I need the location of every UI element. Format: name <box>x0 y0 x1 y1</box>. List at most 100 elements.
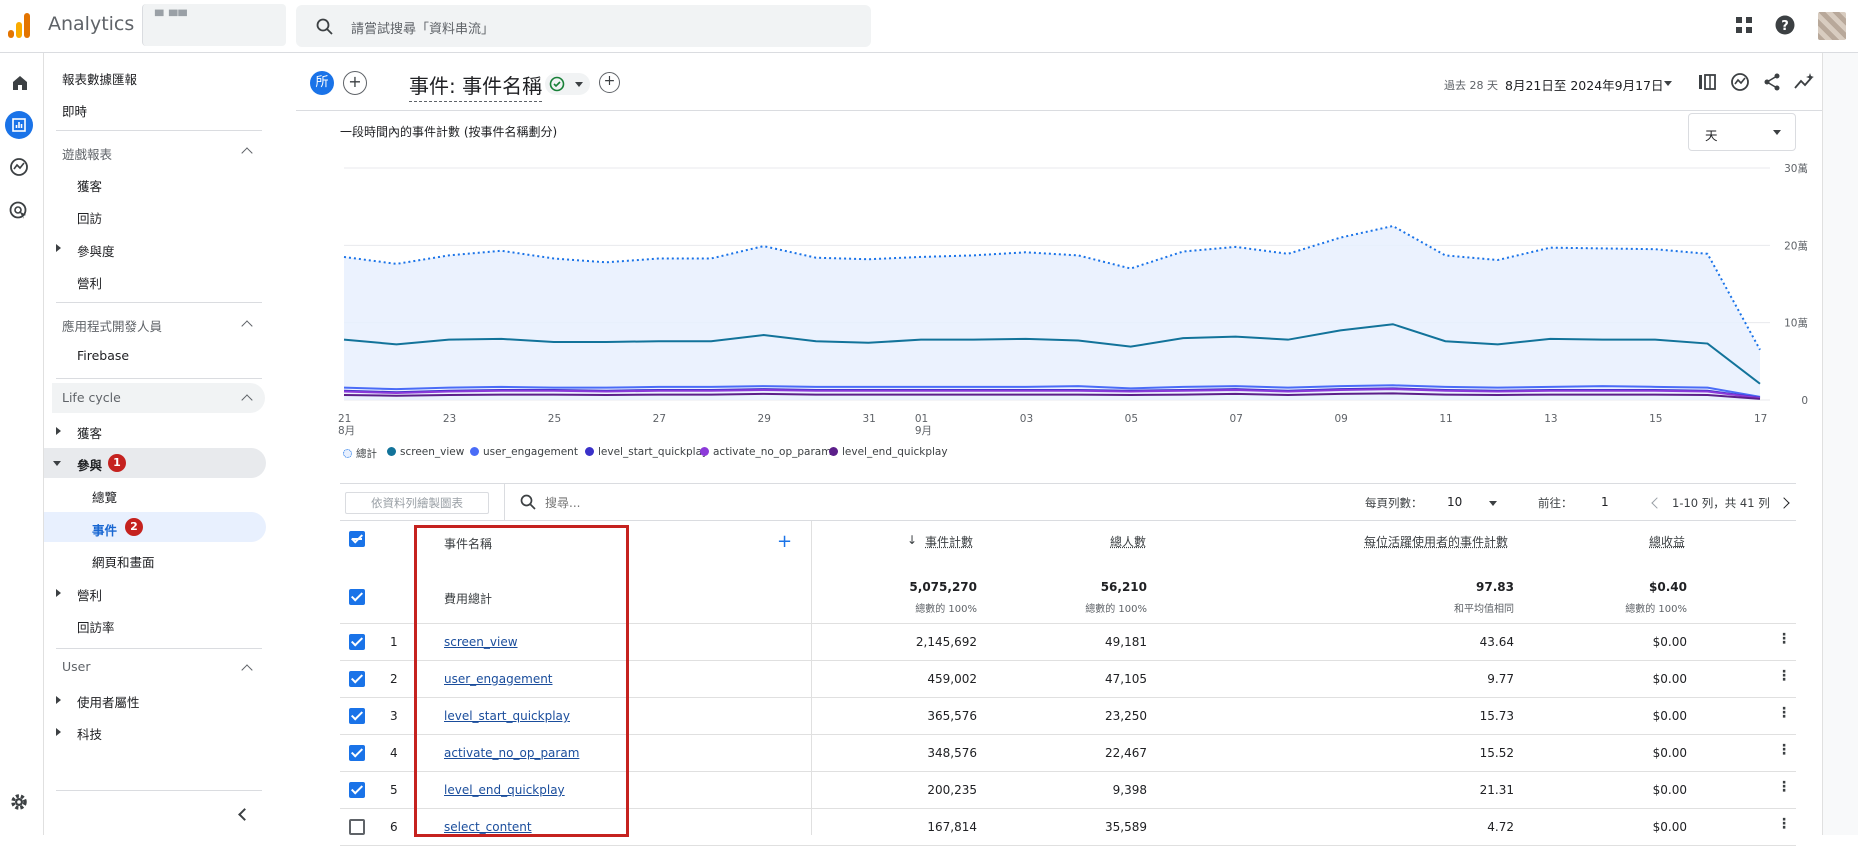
report-status-button[interactable] <box>545 73 590 95</box>
nav-reports-snapshot[interactable]: 報表數據匯報 <box>62 69 137 88</box>
explore-icon[interactable] <box>9 157 29 177</box>
date-range[interactable]: 8月21日至 2024年9月17日 <box>1505 75 1664 94</box>
legend-item-screen-view[interactable]: screen_view <box>387 446 464 458</box>
row-more-icon[interactable]: ⋮ <box>1777 742 1791 758</box>
row-total-users: 35,589 <box>1105 820 1147 834</box>
report-title[interactable]: 事件: 事件名稱 <box>409 70 542 102</box>
rows-per-page-value[interactable]: 10 <box>1447 495 1462 509</box>
nav-item-engagement[interactable]: 參與度 <box>77 241 115 260</box>
row-more-icon[interactable]: ⋮ <box>1777 668 1791 684</box>
nav-item-user-attributes[interactable]: 使用者屬性 <box>77 692 140 711</box>
search-bar[interactable]: 請嘗試搜尋「資料串流」 <box>296 5 871 47</box>
granularity-select[interactable]: 天 <box>1688 113 1796 151</box>
nav-section-game-reports[interactable]: 遊戲報表 <box>62 144 112 163</box>
total-event-count-pct: 總數的 100% <box>915 600 977 615</box>
legend-item-user-engagement[interactable]: user_engagement <box>470 446 578 458</box>
row-checkbox[interactable] <box>349 819 365 835</box>
nav-item-overview[interactable]: 總覽 <box>92 487 117 506</box>
add-comparison-button[interactable]: + <box>343 71 367 95</box>
legend-dot <box>387 447 396 456</box>
legend-item-activate-no-op-param[interactable]: activate_no_op_param <box>700 446 831 458</box>
row-checkbox[interactable] <box>349 634 365 650</box>
legend-item-level-start-quickplay[interactable]: level_start_quickplay <box>585 446 708 458</box>
plot-rows-button[interactable]: 依資料列繪製圖表 <box>345 492 489 514</box>
expand-arrow-icon[interactable] <box>56 728 61 736</box>
home-icon[interactable] <box>10 73 30 93</box>
legend-item-level-end-quickplay[interactable]: level_end_quickplay <box>829 446 948 458</box>
nav-realtime[interactable]: 即時 <box>62 101 87 120</box>
nav-section-user[interactable]: User <box>62 659 91 674</box>
row-event-count: 365,576 <box>927 709 977 723</box>
row-checkbox[interactable] <box>349 708 365 724</box>
audience-chip[interactable]: 所 <box>310 71 334 95</box>
expand-arrow-icon[interactable] <box>56 589 61 597</box>
y-tick-label: 10萬 <box>1784 317 1808 330</box>
expand-arrow-icon[interactable] <box>56 244 61 252</box>
insights-icon[interactable] <box>1730 72 1750 92</box>
nav-item-lc-acquisition[interactable]: 獲客 <box>77 423 102 442</box>
row-more-icon[interactable]: ⋮ <box>1777 705 1791 721</box>
gutter <box>1822 53 1858 835</box>
row-index: 6 <box>390 820 398 834</box>
analytics-logo-icon[interactable] <box>8 13 32 39</box>
rows-dropdown-icon[interactable] <box>1489 501 1497 506</box>
select-all-checkbox[interactable] <box>349 531 365 547</box>
nav-item-lc-retention[interactable]: 回訪率 <box>77 617 115 636</box>
dropdown-arrow-icon <box>1773 130 1781 135</box>
advertising-icon[interactable] <box>9 201 29 221</box>
toolbar-separator <box>504 484 505 520</box>
collapse-chevron-icon[interactable] <box>241 320 252 331</box>
help-icon[interactable]: ? <box>1775 15 1795 35</box>
goto-page-input[interactable]: 1 <box>1601 495 1609 509</box>
header-event-count[interactable]: 事件計數 <box>925 533 973 550</box>
date-dropdown-icon[interactable] <box>1664 81 1672 86</box>
header-events-per-user[interactable]: 每位活躍使用者的事件計數 <box>1364 533 1508 550</box>
share-icon[interactable] <box>1762 72 1782 92</box>
annotation-badge-1: 1 <box>108 454 126 472</box>
expand-arrow-icon[interactable] <box>56 427 61 435</box>
legend-item-total[interactable]: 總計 <box>343 446 377 461</box>
next-page-icon[interactable] <box>1778 497 1789 508</box>
row-checkbox[interactable] <box>349 671 365 687</box>
row-more-icon[interactable]: ⋮ <box>1777 631 1791 647</box>
add-filter-button[interactable]: + <box>599 72 620 93</box>
row-more-icon[interactable]: ⋮ <box>1777 816 1791 832</box>
row-revenue: $0.00 <box>1653 820 1687 834</box>
totals-checkbox[interactable] <box>349 589 365 605</box>
header-total-revenue[interactable]: 總收益 <box>1649 533 1685 550</box>
expand-arrow-icon[interactable] <box>56 696 61 704</box>
top-bar: Analytics ▀ ▀▀ 請嘗試搜尋「資料串流」 ? <box>0 0 1858 53</box>
add-dimension-button[interactable]: + <box>777 531 792 552</box>
nav-section-app-developer[interactable]: 應用程式開發人員 <box>62 316 162 335</box>
collapse-sidebar-icon[interactable] <box>238 808 251 821</box>
collapse-chevron-icon[interactable] <box>241 147 252 158</box>
date-range-label[interactable]: 過去 28 天 <box>1444 77 1498 93</box>
row-checkbox[interactable] <box>349 745 365 761</box>
trend-insights-icon[interactable] <box>1793 72 1815 92</box>
avatar[interactable] <box>1818 12 1846 40</box>
row-total-users: 22,467 <box>1105 746 1147 760</box>
nav-section-lifecycle[interactable]: Life cycle <box>62 390 121 405</box>
reports-icon[interactable] <box>5 111 33 139</box>
compare-icon[interactable] <box>1697 72 1717 92</box>
nav-item-pages-screens[interactable]: 網頁和畫面 <box>92 552 155 571</box>
apps-grid-icon[interactable] <box>1735 16 1753 34</box>
total-users-pct: 總數的 100% <box>1085 600 1147 615</box>
row-checkbox[interactable] <box>349 782 365 798</box>
admin-gear-icon[interactable] <box>9 792 29 812</box>
table-search-input[interactable] <box>545 493 845 513</box>
nav-item-lc-engagement[interactable]: 參與 <box>77 455 102 474</box>
prev-page-icon[interactable] <box>1651 497 1662 508</box>
row-more-icon[interactable]: ⋮ <box>1777 779 1791 795</box>
nav-item-lc-monetization[interactable]: 營利 <box>77 585 102 604</box>
account-picker[interactable]: ▀ ▀▀ <box>142 4 286 46</box>
nav-item-tech[interactable]: 科技 <box>77 724 102 743</box>
header-total-users[interactable]: 總人數 <box>1110 533 1146 550</box>
nav-item-events[interactable]: 事件 <box>92 520 117 539</box>
collapse-arrow-icon[interactable] <box>53 461 61 466</box>
nav-item-firebase[interactable]: Firebase <box>77 348 129 363</box>
nav-item-retention[interactable]: 回訪 <box>77 208 102 227</box>
nav-item-acquisition[interactable]: 獲客 <box>77 176 102 195</box>
collapse-chevron-icon[interactable] <box>241 664 252 675</box>
nav-item-monetization[interactable]: 營利 <box>77 273 102 292</box>
